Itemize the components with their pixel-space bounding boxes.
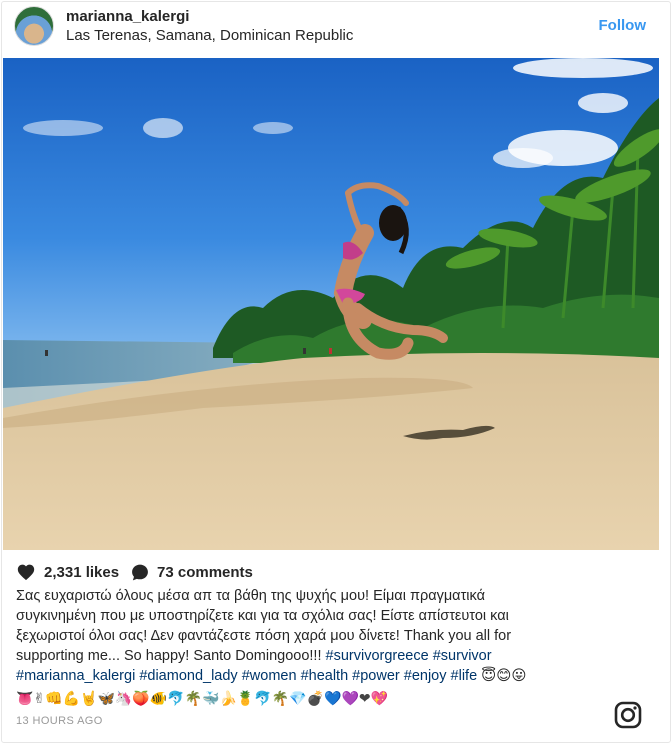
post-header: marianna_kalergi Las Terenas, Samana, Do… [2, 2, 670, 58]
caption-line: #marianna_kalergi #diamond_lady #women #… [16, 666, 646, 686]
comment-icon[interactable] [130, 563, 150, 582]
hashtag[interactable]: #survivor [433, 648, 492, 664]
hashtag[interactable]: #women [242, 668, 297, 684]
likes-count[interactable]: 2,331 likes [44, 564, 119, 581]
location[interactable]: Las Terenas, Samana, Dominican Republic [66, 27, 353, 44]
caption-line: supporting me... So happy! Santo Domingo… [16, 646, 646, 666]
instagram-icon[interactable] [614, 701, 642, 729]
caption-line: ξεχωριστοί όλοι σας! Δεν φαντάζεστε πόση… [16, 628, 512, 644]
hashtag[interactable]: #survivorgreece [326, 648, 429, 664]
hashtag[interactable]: #diamond_lady [139, 668, 237, 684]
caption-text: supporting me... So happy! Santo Domingo… [16, 648, 326, 664]
avatar[interactable] [14, 6, 54, 46]
hashtag[interactable]: #marianna_kalergi [16, 668, 135, 684]
heart-icon[interactable] [16, 563, 36, 581]
caption-line: συγκινημένη που με υποστηρίζετε και για … [16, 608, 509, 624]
post-actions: 2,331 likes 73 comments [16, 562, 636, 584]
username[interactable]: marianna_kalergi [66, 8, 189, 25]
hashtag[interactable]: #power [352, 668, 400, 684]
hashtag[interactable]: #life [451, 668, 478, 684]
emoji-group: 😇😊😛 [481, 668, 527, 684]
emoji-row: 👅✌👊💪🤘🦋🦄🍑🐠🐬🌴🐳🍌🍍🐬🌴💎💣💙💜❤💖 [16, 690, 389, 706]
post-timestamp[interactable]: 13 HOURS AGO [16, 715, 103, 727]
comments-count[interactable]: 73 comments [157, 564, 253, 581]
post-caption: Σας ευχαριστώ όλους μέσα απ τα βάθη της … [16, 586, 646, 686]
follow-button[interactable]: Follow [599, 17, 647, 34]
caption-line: Σας ευχαριστώ όλους μέσα απ τα βάθη της … [16, 588, 485, 604]
instagram-post-card: marianna_kalergi Las Terenas, Samana, Do… [1, 1, 671, 743]
hashtag[interactable]: #health [301, 668, 349, 684]
hashtag[interactable]: #enjoy [404, 668, 447, 684]
post-photo[interactable] [3, 58, 659, 550]
